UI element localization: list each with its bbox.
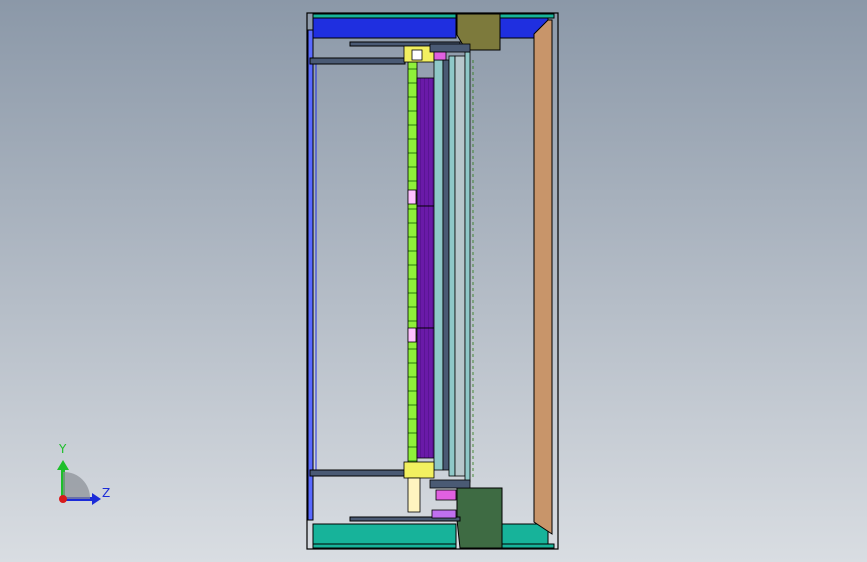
bottom-teal-beam: [312, 523, 457, 546]
z-axis-label: Z: [102, 486, 111, 500]
cyan-bar-1: [433, 59, 444, 471]
slate-bar: [442, 59, 450, 471]
cyan-bar-3: [464, 51, 471, 483]
bottom-fitting-yellow: [403, 461, 435, 479]
left-vertical-rail: [307, 29, 314, 521]
light-bar: [454, 55, 466, 477]
purple-panel-2: [416, 205, 435, 329]
bottom-pin: [407, 477, 421, 513]
lower-arm: [309, 469, 406, 477]
purple-panel-3: [416, 327, 435, 459]
upper-arm: [309, 57, 406, 65]
purple-panel-1: [416, 77, 435, 207]
lime-rail: [407, 61, 418, 465]
top-blue-beam: [312, 16, 457, 39]
bottom-green-block: [456, 487, 503, 549]
joint-2: [407, 327, 417, 343]
graphics-viewport[interactable]: Y Z: [0, 0, 867, 562]
cad-drawing: [0, 0, 867, 562]
bottom-fitting-bar: [429, 479, 471, 489]
right-wood-panel: [533, 19, 553, 535]
bottom-teal-beam-right: [499, 523, 549, 546]
joint-1: [407, 189, 417, 205]
top-fitting-bar: [429, 43, 471, 53]
cyan-bar-2: [448, 55, 456, 477]
origin-dot: [59, 495, 67, 503]
y-axis-label: Y: [59, 442, 67, 456]
central-assembly: [403, 43, 474, 519]
